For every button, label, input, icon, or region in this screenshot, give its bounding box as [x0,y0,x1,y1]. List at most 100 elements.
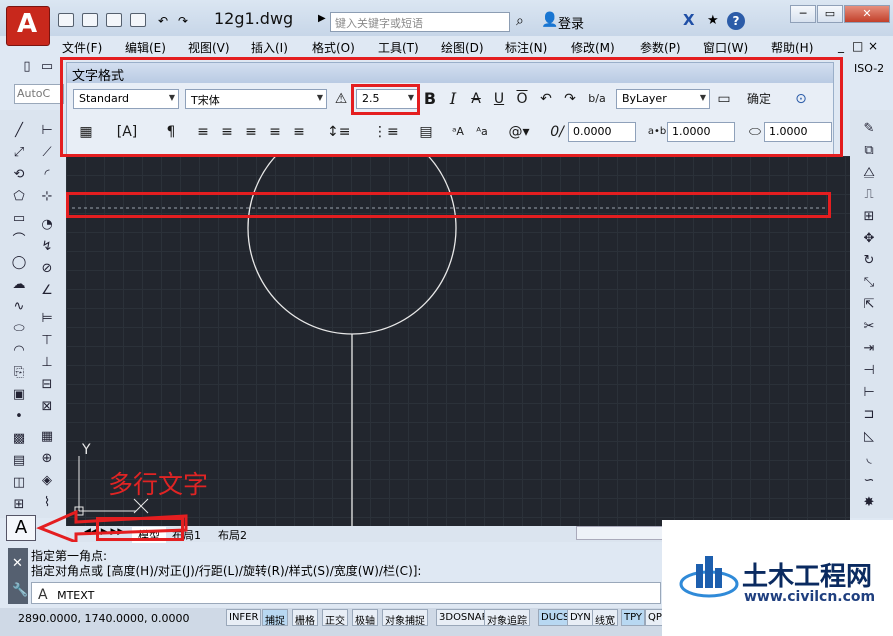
point-icon[interactable]: • [10,408,28,426]
linear-dim-icon[interactable]: ⊢ [38,122,56,140]
menu-modify[interactable]: 修改(M) [571,39,615,56]
blend-icon[interactable]: ∽ [860,472,878,490]
status-snap[interactable]: 捕捉 [262,609,288,627]
construction-line-icon[interactable]: ⤢ [10,144,28,162]
make-block-icon[interactable]: ▣ [10,386,28,404]
status-3dosnap[interactable]: 3DOSNAP [436,609,491,626]
status-ortho[interactable]: 正交 [322,609,348,627]
symbol-icon[interactable]: @▾ [507,123,531,141]
application-menu-button[interactable]: A [6,6,50,46]
space-icon[interactable]: ⊟ [38,376,56,394]
align-left-icon[interactable]: ≡ [195,123,211,141]
status-grid[interactable]: 栅格 [292,609,318,627]
array-icon[interactable]: ⊞ [860,208,878,226]
status-osnap[interactable]: 对象捕捉 [382,609,428,627]
ruler-icon[interactable]: ▭ [715,90,733,108]
font-select[interactable]: T宋体 [185,89,327,109]
fillet-icon[interactable]: ◟ [860,450,878,468]
join-icon[interactable]: ⊐ [860,406,878,424]
arc-icon[interactable]: ⌒ [10,232,28,250]
menu-tools[interactable]: 工具(T) [378,39,419,56]
break-point-icon[interactable]: ⊣ [860,362,878,380]
quick-dim-icon[interactable]: ⊨ [38,310,56,328]
mtext-tool-button[interactable]: A [6,515,36,541]
width-factor-input[interactable]: 1.0000 [764,122,832,142]
revcloud-icon[interactable]: ☁ [10,276,28,294]
arc-length-icon[interactable]: ◜ [38,166,56,184]
line-spacing-icon[interactable]: ↕≡ [327,123,350,141]
doc-minimize-button[interactable]: _ [838,39,844,53]
break-icon[interactable]: ⊢ [860,384,878,402]
mirror-icon[interactable]: ⧋ [860,164,878,182]
redo-icon[interactable]: ↷ [178,14,188,28]
doc-close-button[interactable]: × [868,39,878,53]
new-file-icon[interactable] [58,13,74,27]
status-tpy[interactable]: TPY [621,609,646,626]
ordinate-icon[interactable]: ⊹ [38,188,56,206]
lowercase-icon[interactable]: ᴬa [471,123,493,141]
undo-icon[interactable]: ↶ [158,14,168,28]
binoculars-icon[interactable]: ⌕ [516,13,524,29]
distribute-icon[interactable]: ≡ [291,123,307,141]
copy-icon[interactable]: ⧉ [860,142,878,160]
menu-parametric[interactable]: 参数(P) [640,39,681,56]
menu-insert[interactable]: 插入(I) [251,39,288,56]
menu-edit[interactable]: 编辑(E) [125,39,166,56]
hatch-icon[interactable]: ▩ [10,430,28,448]
numbering-icon[interactable]: ⋮≡ [373,123,399,141]
rotate-icon[interactable]: ↻ [860,252,878,270]
jogged-icon[interactable]: ↯ [38,238,56,256]
doc-restore-button[interactable]: □ [852,39,863,53]
extend-icon[interactable]: ⇥ [860,340,878,358]
search-input[interactable]: 键入关键字或短语 [330,12,510,32]
save-icon[interactable] [106,13,122,27]
status-infer[interactable]: INFER [226,609,262,626]
angular-icon[interactable]: ∠ [38,282,56,300]
polygon-icon[interactable]: ⬠ [10,188,28,206]
status-polar[interactable]: 极轴 [352,609,378,627]
tolerance-icon[interactable]: ▦ [38,428,56,446]
stack-icon[interactable]: b/a [588,90,606,108]
login-button[interactable]: 登录 [558,13,584,32]
stretch-icon[interactable]: ⇱ [860,296,878,314]
trim-icon[interactable]: ✂ [860,318,878,336]
text-style-select[interactable]: Standard [73,89,179,109]
new-icon[interactable]: ▯ [18,58,36,76]
justify-icon[interactable]: ≡ [267,123,283,141]
tracking-input[interactable]: 1.0000 [667,122,735,142]
columns-icon[interactable]: ▦ [75,123,97,141]
insert-block-icon[interactable]: ⎘ [10,364,28,382]
erase-icon[interactable]: ✎ [860,120,878,138]
menu-dimension[interactable]: 标注(N) [505,39,547,56]
break-icon[interactable]: ⊠ [38,398,56,416]
ellipse-icon[interactable]: ⬭ [10,320,28,338]
exchange-icon[interactable]: X [683,11,695,29]
offset-icon[interactable]: ⎍ [860,186,878,204]
open-file-icon[interactable] [82,13,98,27]
close-icon[interactable]: ✕ [12,556,23,571]
options-icon[interactable]: ⊙ [792,90,810,108]
menu-view[interactable]: 视图(V) [188,39,230,56]
overline-button[interactable]: O [514,90,530,108]
menu-help[interactable]: 帮助(H) [771,39,813,56]
dim-style-dropdown[interactable]: ISO-2 [854,62,884,75]
aligned-dim-icon[interactable]: ⟋ [38,144,56,162]
print-icon[interactable] [130,13,146,27]
tab-layout2[interactable]: 布局2 [218,527,247,543]
open-icon[interactable]: ▭ [38,58,56,76]
restore-button[interactable]: ▭ [817,5,843,23]
status-otrack[interactable]: 对象追踪 [484,609,530,627]
oblique-angle-input[interactable]: 0.0000 [568,122,636,142]
paragraph-icon[interactable]: ¶ [162,123,180,141]
align-center-icon[interactable]: ≡ [219,123,235,141]
table-icon[interactable]: ⊞ [10,496,28,514]
region-icon[interactable]: ◫ [10,474,28,492]
insert-field-icon[interactable]: ▤ [417,123,435,141]
ok-button[interactable]: 确定 [743,90,775,108]
strikethrough-button[interactable]: A [468,90,484,108]
diameter-icon[interactable]: ⊘ [38,260,56,278]
circle-icon[interactable]: ◯ [10,254,28,272]
align-right-icon[interactable]: ≡ [243,123,259,141]
menu-file[interactable]: 文件(F) [62,39,102,56]
status-lineweight[interactable]: 线宽 [592,609,618,627]
